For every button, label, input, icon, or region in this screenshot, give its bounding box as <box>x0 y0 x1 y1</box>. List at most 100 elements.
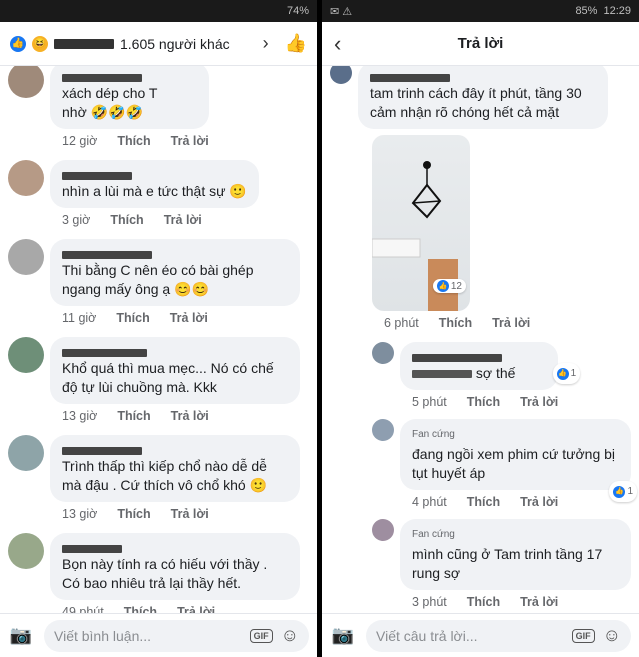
reply-link[interactable]: Trả lời <box>520 595 558 609</box>
reply-input-box[interactable]: GIF ☺ <box>366 619 631 652</box>
reply-reaction-count[interactable]: 👍 1 <box>552 363 581 384</box>
comment-item: Khổ quá thì mua mẹc... Nó có chế độ tự l… <box>0 337 317 423</box>
avatar[interactable] <box>8 533 44 569</box>
commenter-name <box>62 539 288 554</box>
camera-icon[interactable]: 📷 <box>330 625 356 646</box>
avatar[interactable] <box>330 66 352 84</box>
commenter-name <box>62 166 247 181</box>
like-link[interactable]: Thích <box>467 395 500 409</box>
back-arrow-icon[interactable]: ‹ <box>334 31 341 57</box>
reply-bubble[interactable]: Fan cứng mình cũng ở Tam trinh tầng 17 r… <box>400 519 631 590</box>
comment-bubble[interactable]: Trình thấp thì kiếp chổ nào dễ dễ mà đậu… <box>50 435 300 502</box>
comment-meta: 5 phút Thích Trả lời <box>400 390 558 409</box>
commenter-name <box>62 343 288 358</box>
reply-link[interactable]: Trả lời <box>492 316 530 330</box>
status-bar: 74% <box>0 0 317 22</box>
avatar[interactable] <box>372 342 394 364</box>
reaction-count-text: 1.605 người khác <box>120 35 230 52</box>
fan-badge: Fan cứng <box>412 529 455 540</box>
camera-icon[interactable]: 📷 <box>8 625 34 646</box>
comment-bubble[interactable]: Bọn này tính ra có hiếu với thầy . Có ba… <box>50 533 300 600</box>
gif-button[interactable]: GIF <box>249 628 273 643</box>
avatar[interactable] <box>8 435 44 471</box>
reply-link[interactable]: Trả lời <box>164 213 202 227</box>
comment-meta: 6 phút Thích Trả lời <box>322 311 639 330</box>
like-link[interactable]: Thích <box>467 495 500 509</box>
comment-text: Bọn này tính ra có hiếu với thầy . Có ba… <box>62 556 268 591</box>
comment-time: 13 giờ <box>62 409 98 423</box>
reply-link[interactable]: Trả lời <box>520 395 558 409</box>
avatar[interactable] <box>372 519 394 541</box>
comment-time: 6 phút <box>384 316 419 330</box>
reply-link[interactable]: Trả lời <box>171 409 209 423</box>
comment-time: 49 phút <box>62 605 104 613</box>
avatar[interactable] <box>372 419 394 441</box>
chevron-right-icon[interactable]: › <box>263 33 269 54</box>
like-link[interactable]: Thích <box>117 134 150 148</box>
reply-bubble[interactable]: sợ thế 👍 1 <box>400 342 581 390</box>
comment-meta: 12 giờ Thích Trả lời <box>50 129 209 148</box>
comment-item: Trình thấp thì kiếp chổ nào dễ dễ mà đậu… <box>0 435 317 521</box>
reply-link[interactable]: Trả lời <box>520 495 558 509</box>
avatar[interactable] <box>8 239 44 275</box>
like-link[interactable]: Thích <box>110 213 143 227</box>
comment-time: 4 phút <box>412 495 447 509</box>
reply-item: sợ thế 👍 1 5 phút Thích Trả lời <box>322 342 639 409</box>
reply-list: tam trinh cách đây ít phút, tầng 30 cảm … <box>322 66 639 613</box>
comment-bubble[interactable]: tam trinh cách đây ít phút, tầng 30 cảm … <box>358 66 608 129</box>
comment-time: 11 giờ <box>62 311 97 325</box>
like-link[interactable]: Thích <box>467 595 500 609</box>
attached-photo[interactable]: 👍 12 <box>372 135 470 311</box>
emoji-icon[interactable]: ☺ <box>603 625 621 646</box>
avatar[interactable] <box>8 160 44 196</box>
like-reaction-icon: 👍 <box>436 280 449 292</box>
fan-badge: Fan cứng <box>412 429 455 440</box>
comment-meta: 4 phút Thích Trả lời <box>400 490 631 509</box>
like-link[interactable]: Thích <box>117 507 150 521</box>
comment-meta: 49 phút Thích Trả lời <box>50 600 300 613</box>
emoji-icon[interactable]: ☺ <box>281 625 299 646</box>
comment-meta: 3 giờ Thích Trả lời <box>50 208 259 227</box>
commenter-name <box>412 348 546 363</box>
comment-meta: 13 giờ Thích Trả lời <box>50 502 300 521</box>
comment-list: xách dép cho T nhờ 🤣🤣🤣 12 giờ Thích Trả … <box>0 66 317 613</box>
like-link[interactable]: Thích <box>124 605 157 613</box>
like-link[interactable]: Thích <box>117 409 150 423</box>
reactions-header[interactable]: 👍 😆 1.605 người khác › 👍 <box>0 22 317 66</box>
comment-item: Thi bằng C nên éo có bài ghép ngang mấy … <box>0 239 317 325</box>
commenter-name <box>62 245 288 260</box>
comment-bubble[interactable]: nhìn a lùi mà e tức thật sự 🙂 <box>50 160 259 208</box>
comment-meta: 13 giờ Thích Trả lời <box>50 404 300 423</box>
reply-item: Fan cứng mình cũng ở Tam trinh tầng 17 r… <box>322 519 639 609</box>
haha-reaction-icon: 😆 <box>32 35 48 52</box>
comment-text: Khổ quá thì mua mẹc... Nó có chế độ tự l… <box>62 360 274 395</box>
avatar[interactable] <box>8 337 44 373</box>
comment-time: 13 giờ <box>62 507 98 521</box>
comment-text: xách dép cho T <box>62 85 158 101</box>
comment-input-box[interactable]: GIF ☺ <box>44 619 309 652</box>
reply-reaction-count[interactable]: 👍 1 <box>609 481 637 502</box>
like-link[interactable]: Thích <box>116 311 149 325</box>
reply-input[interactable] <box>376 627 564 644</box>
comment-input[interactable] <box>54 627 242 644</box>
reply-link[interactable]: Trả lời <box>171 507 209 521</box>
avatar[interactable] <box>8 66 44 98</box>
reply-link[interactable]: Trả lời <box>171 134 209 148</box>
gif-button[interactable]: GIF <box>571 628 595 643</box>
photo-reaction-count[interactable]: 👍 12 <box>432 279 466 293</box>
comment-bubble[interactable]: Thi bằng C nên éo có bài ghép ngang mấy … <box>50 239 300 306</box>
like-link[interactable]: Thích <box>439 316 472 330</box>
reply-link[interactable]: Trả lời <box>177 605 215 613</box>
comment-item: Bọn này tính ra có hiếu với thầy . Có ba… <box>0 533 317 613</box>
battery-text: 74% <box>286 5 309 17</box>
comment-time: 3 phút <box>412 595 447 609</box>
thumbs-up-icon[interactable]: 👍 <box>285 33 307 54</box>
comment-bubble[interactable]: xách dép cho T nhờ 🤣🤣🤣 <box>50 66 209 129</box>
reply-link[interactable]: Trả lời <box>170 311 208 325</box>
comment-bubble[interactable]: Khổ quá thì mua mẹc... Nó có chế độ tự l… <box>50 337 300 404</box>
reply-bubble[interactable]: Fan cứng đang ngồi xem phim cứ tưởng bị … <box>400 419 637 502</box>
comment-meta: 11 giờ Thích Trả lời <box>50 306 300 325</box>
left-screen: 74% 👍 😆 1.605 người khác › 👍 xách dép ch… <box>0 0 317 657</box>
comment-time: 12 giờ <box>62 134 98 148</box>
comment-text: Thi bằng C nên éo có bài ghép ngang mấy … <box>62 262 254 297</box>
